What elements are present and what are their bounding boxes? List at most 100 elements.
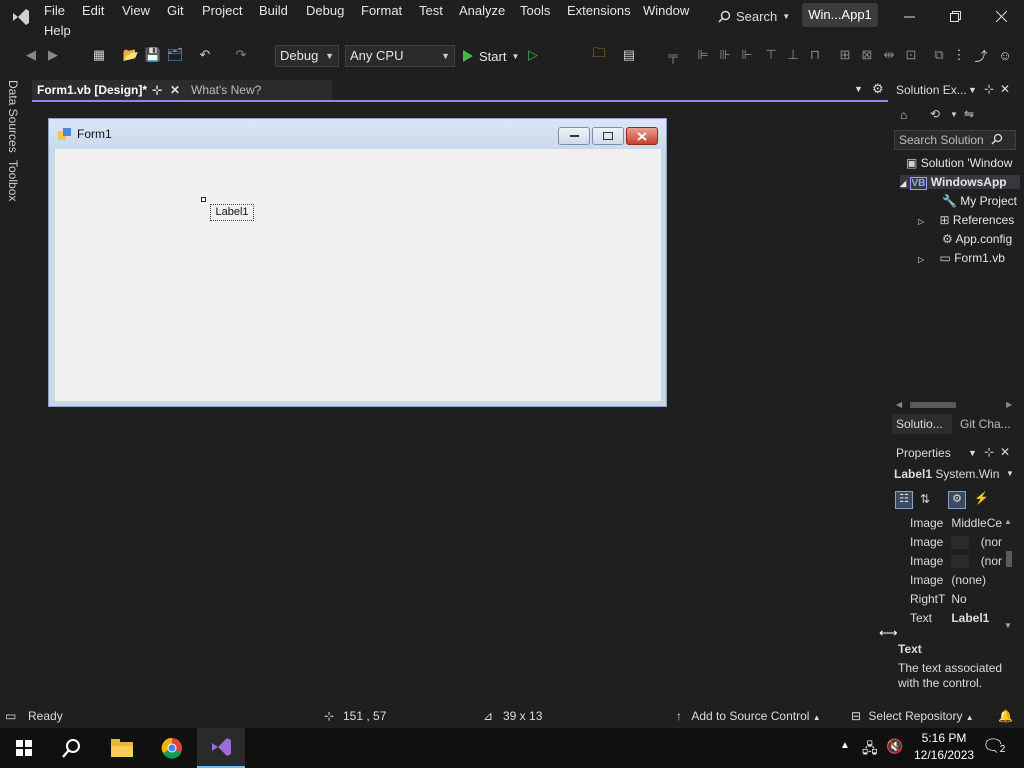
align-top-icon[interactable]: ⊤: [762, 46, 780, 64]
menu-help[interactable]: Help: [42, 21, 73, 41]
bring-front-icon[interactable]: ⧉: [930, 46, 948, 64]
object-selector[interactable]: Label1 System.Win ▼: [894, 465, 1018, 483]
file-explorer-button[interactable]: [98, 728, 146, 768]
tab-whats-new[interactable]: What's New?: [186, 80, 332, 100]
align-center-icon[interactable]: ⊪: [716, 46, 734, 64]
select-repository-button[interactable]: ⊟ Select Repository ▲: [851, 709, 974, 723]
tree-item-solution[interactable]: ▣ Solution 'Window: [906, 156, 1012, 170]
undo-icon[interactable]: ↶: [196, 46, 214, 64]
vs-home-icon[interactable]: ⌂: [900, 108, 907, 122]
notification-bell-icon[interactable]: 🔔: [998, 709, 1013, 723]
pin-icon[interactable]: ⊹: [152, 80, 162, 100]
menu-debug[interactable]: Debug: [304, 1, 346, 21]
taskbar-search-button[interactable]: [48, 728, 96, 768]
menu-extensions[interactable]: Extensions: [565, 1, 633, 21]
action-center-button[interactable]: 🗨 2: [982, 736, 1009, 760]
menu-edit[interactable]: Edit: [80, 1, 106, 21]
property-row[interactable]: Image (nor: [910, 533, 1002, 552]
start-button[interactable]: Start ▼: [462, 45, 519, 67]
tree-item-references[interactable]: ▷ ⊞ References: [918, 213, 1014, 227]
property-row[interactable]: RightT No: [910, 590, 1002, 609]
tree-item-form1[interactable]: ▷ ▭ Form1.vb: [918, 251, 1005, 265]
navigate-forward-icon[interactable]: ▶: [44, 46, 62, 64]
selection-handle[interactable]: [201, 197, 206, 202]
scrollbar-thumb[interactable]: [1006, 551, 1012, 567]
menu-file[interactable]: File: [42, 1, 67, 21]
chevron-down-icon[interactable]: ▼: [968, 85, 977, 95]
events-icon[interactable]: ⚡: [974, 491, 989, 505]
align-right-icon[interactable]: ⊩: [738, 46, 756, 64]
tab-list-dropdown-icon[interactable]: ▼: [854, 84, 863, 94]
property-row[interactable]: Text Label1: [910, 609, 1002, 628]
properties-scrollbar[interactable]: ▲ ▼: [1004, 517, 1014, 630]
clock[interactable]: 5:16 PM 12/16/2023: [914, 730, 974, 764]
close-icon[interactable]: ✕: [1000, 445, 1010, 459]
network-icon[interactable]: 🖧: [862, 738, 878, 762]
pin-icon[interactable]: ⊹: [984, 445, 994, 459]
close-icon[interactable]: ✕: [170, 80, 180, 100]
scroll-up-icon[interactable]: ▲: [1004, 517, 1012, 526]
property-row[interactable]: Image (none): [910, 571, 1002, 590]
tab-git-changes[interactable]: Git Cha...: [956, 414, 1020, 434]
gear-icon[interactable]: ⚙: [872, 81, 884, 97]
overflow-icon[interactable]: ⋮: [950, 46, 968, 64]
platform-select[interactable]: Any CPU ▼: [345, 45, 455, 67]
form-designer-window[interactable]: Form1 Label1: [48, 118, 667, 407]
volume-muted-icon[interactable]: 🔇: [886, 738, 903, 755]
save-icon[interactable]: 💾: [144, 46, 162, 64]
toolbox-tab[interactable]: Toolbox: [6, 160, 20, 201]
menu-git[interactable]: Git: [165, 1, 186, 21]
scroll-left-icon[interactable]: ◀: [896, 400, 902, 409]
tab-solution-explorer[interactable]: Solutio...: [892, 414, 952, 434]
property-row[interactable]: Image MiddleCe: [910, 514, 1002, 533]
center-icon[interactable]: ⊡: [902, 46, 920, 64]
solution-name-badge[interactable]: Win...App1: [802, 3, 878, 27]
chevron-down-icon[interactable]: ▼: [968, 448, 977, 458]
properties-view-icon[interactable]: ⚙: [948, 491, 966, 509]
start-without-debugging-icon[interactable]: ▷: [524, 46, 542, 64]
menu-analyze[interactable]: Analyze: [457, 1, 507, 21]
form-minimize-button[interactable]: [558, 127, 590, 145]
same-size-icon[interactable]: ⊞: [836, 46, 854, 64]
feedback-icon[interactable]: ☺: [996, 46, 1014, 64]
new-project-icon[interactable]: ▦: [90, 46, 108, 64]
configuration-select[interactable]: Debug ▼: [275, 45, 339, 67]
menu-tools[interactable]: Tools: [518, 1, 552, 21]
menu-format[interactable]: Format: [359, 1, 404, 21]
menu-test[interactable]: Test: [417, 1, 445, 21]
tree-item-project[interactable]: ◢ VB WindowsApp: [900, 175, 1020, 190]
visual-studio-taskbar-button[interactable]: [197, 728, 245, 768]
sync-icon[interactable]: ⇋: [964, 107, 974, 121]
redo-icon[interactable]: ↷: [232, 46, 250, 64]
menu-view[interactable]: View: [120, 1, 152, 21]
history-icon[interactable]: ⟲: [930, 107, 940, 121]
close-icon[interactable]: ✕: [1000, 82, 1010, 96]
tree-item-app-config[interactable]: ⚙ App.config: [942, 232, 1012, 246]
minimize-button[interactable]: [886, 0, 932, 32]
share-icon[interactable]: ⤴: [972, 46, 990, 64]
label1-control[interactable]: Label1: [210, 204, 254, 221]
open-folder-icon[interactable]: 📂: [122, 46, 140, 64]
align-icon[interactable]: ╤: [664, 46, 682, 64]
tab-form1-design[interactable]: Form1.vb [Design]* ⊹ ✕: [32, 80, 186, 100]
navigate-back-icon[interactable]: ◀: [22, 46, 40, 64]
scroll-down-icon[interactable]: ▼: [1004, 621, 1012, 630]
menu-window[interactable]: Window: [641, 1, 691, 21]
chevron-down-icon[interactable]: ▼: [950, 110, 958, 119]
align-bottom-icon[interactable]: ⊓: [806, 46, 824, 64]
layout-icon[interactable]: ▤: [620, 46, 638, 64]
grid-icon[interactable]: ⊠: [858, 46, 876, 64]
solution-folder-icon[interactable]: 🗀: [590, 45, 608, 64]
align-left-icon[interactable]: ⊫: [694, 46, 712, 64]
menu-project[interactable]: Project: [200, 1, 244, 21]
property-row[interactable]: Image (nor: [910, 552, 1002, 571]
pin-icon[interactable]: ⊹: [984, 82, 994, 96]
align-middle-icon[interactable]: ⊥: [784, 46, 802, 64]
scrollbar-thumb[interactable]: [910, 402, 956, 408]
horizontal-scrollbar[interactable]: ◀ ▶: [894, 398, 1018, 412]
restore-button[interactable]: [932, 0, 978, 32]
add-to-source-control-button[interactable]: ↑ Add to Source Control ▲: [676, 709, 821, 723]
chrome-button[interactable]: [148, 728, 196, 768]
show-hidden-icons-icon[interactable]: ▲: [840, 740, 850, 751]
alphabetical-icon[interactable]: ⇅: [920, 492, 930, 506]
